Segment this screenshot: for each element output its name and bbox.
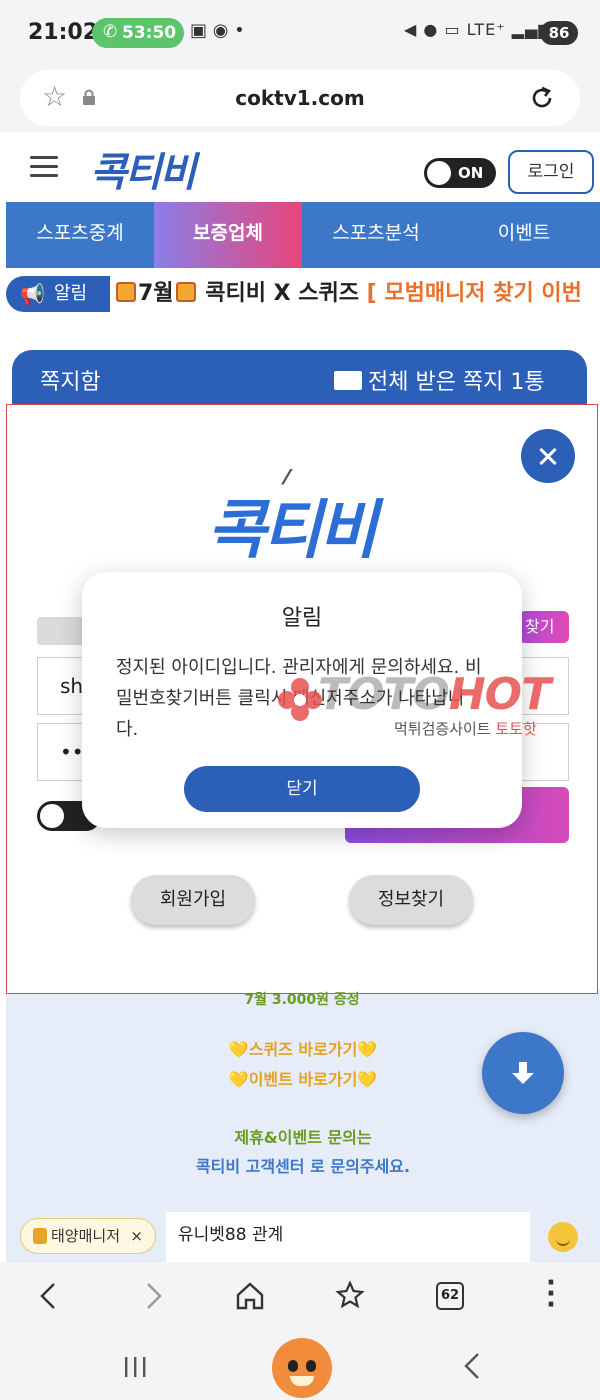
close-icon[interactable] xyxy=(521,429,575,483)
alert-title: 알림 xyxy=(281,606,323,631)
background-peek-text: 7월 3.000원 증정 xyxy=(244,992,360,1008)
menu-icon[interactable] xyxy=(30,156,58,177)
notice-ticker[interactable]: 📢 알림 7월 콕티비 X 스퀴즈 [ 모범매니저 찾기 이번 xyxy=(6,276,600,314)
tabs-count[interactable]: 62 xyxy=(436,1282,464,1310)
forward-icon[interactable] xyxy=(136,1280,168,1312)
emoji-icon[interactable] xyxy=(548,1222,578,1252)
manager-chip-label: 태양매니저 xyxy=(51,1227,121,1245)
alert-close-button[interactable]: 닫기 xyxy=(184,766,420,812)
watermark-subtitle: 먹튀검증사이트 토토핫 xyxy=(394,718,537,739)
login-button[interactable]: 로그인 xyxy=(508,150,594,194)
more-options-icon[interactable]: · · · xyxy=(546,1270,556,1318)
signup-button[interactable]: 회원가입 xyxy=(131,875,255,925)
home-icon[interactable] xyxy=(234,1280,266,1312)
watermark-logo-icon xyxy=(278,678,322,721)
ticker-text: 7월 콕티비 X 스퀴즈 [ 모범매니저 찾기 이번 xyxy=(114,278,582,310)
nav-item-guaranteed[interactable]: 보증업체 xyxy=(154,202,302,268)
watermark-sub-b: 토토핫 xyxy=(495,720,537,738)
spark-icon: ⁄⁄ xyxy=(285,465,288,489)
scroll-down-button[interactable] xyxy=(482,1032,564,1114)
notification-icons: ▣ ◉ • xyxy=(190,20,245,41)
nav-item-sports-analysis[interactable]: 스포츠분석 xyxy=(302,202,450,268)
modal-logo-text: 콕티비 xyxy=(207,494,378,568)
url-text: coktv1.com xyxy=(235,86,365,110)
phone-icon: ✆ xyxy=(103,22,118,42)
avatar-eye xyxy=(288,1360,298,1372)
call-indicator[interactable]: ✆ 53:50 xyxy=(92,18,184,48)
reload-icon[interactable] xyxy=(528,84,556,112)
nav-item-sports-broadcast[interactable]: 스포츠중계 xyxy=(6,202,154,268)
toggle-knob xyxy=(40,804,64,828)
nav-item-events[interactable]: 이벤트 xyxy=(450,202,598,268)
chat-bar: 태양매니저 × 유니벳88 관계 xyxy=(6,1210,600,1262)
watermark-sub-a: 먹튀검증사이트 xyxy=(394,720,496,738)
watermark-text-b: HOT xyxy=(448,669,551,720)
ticker-month: 7월 xyxy=(138,281,174,306)
recents-icon[interactable] xyxy=(124,1356,148,1378)
status-bar: 21:02 ✆ 53:50 ▣ ◉ • ◀ ● ▭ LTE⁺ ▂▄▆ 86 xyxy=(0,0,600,66)
find-tag[interactable]: 찾기 xyxy=(519,611,569,643)
browser-toolbar: ☆ coktv1.com xyxy=(0,66,600,132)
site-logo[interactable]: 콕티비 xyxy=(90,140,196,198)
lock-icon xyxy=(33,1228,47,1244)
megaphone-icon: 📢 xyxy=(20,282,45,306)
status-time: 21:02 xyxy=(28,20,99,45)
avatar-mouth xyxy=(290,1376,314,1386)
system-back-icon[interactable] xyxy=(462,1352,482,1380)
modal-logo: 콕티비 ⁄⁄ xyxy=(207,465,378,571)
ticker-badge: 📢 알림 xyxy=(6,276,110,312)
network-type: LTE⁺ xyxy=(466,20,506,39)
browser-bottom-bar: 62 · · · xyxy=(0,1262,600,1332)
chip-close-icon[interactable]: × xyxy=(130,1219,143,1253)
bookmarks-icon[interactable] xyxy=(334,1280,366,1312)
message-box-title: 쪽지함 xyxy=(40,370,101,395)
main-nav: 스포츠중계 보증업체 스포츠분석 이벤트 xyxy=(6,202,600,268)
watermark-text-a: TOTO xyxy=(318,669,450,720)
theme-toggle[interactable]: ON xyxy=(424,158,496,188)
contact-line-1: 제휴&이벤트 문의는 xyxy=(234,1128,372,1147)
home-button[interactable] xyxy=(272,1338,332,1398)
address-bar[interactable]: ☆ coktv1.com xyxy=(20,70,580,126)
message-count: 전체 받은 쪽지 1통 xyxy=(334,364,545,396)
manager-chip[interactable]: 태양매니저 × xyxy=(20,1218,156,1254)
arrow-down-icon xyxy=(512,1062,534,1084)
toggle-knob xyxy=(427,161,451,185)
watermark-text: TOTOHOT xyxy=(318,668,551,722)
back-icon[interactable] xyxy=(34,1280,66,1312)
ticker-badge-label: 알림 xyxy=(54,283,88,304)
contact-line-2[interactable]: 콕티비 고객센터 로 문의주세요. xyxy=(6,1153,600,1177)
message-box-bar[interactable]: 쪽지함 전체 받은 쪽지 1통 xyxy=(12,350,587,412)
message-count-text: 전체 받은 쪽지 1통 xyxy=(368,370,545,395)
system-nav-bar xyxy=(0,1332,600,1400)
battery-level: 86 xyxy=(540,21,578,45)
find-info-button[interactable]: 정보찾기 xyxy=(349,875,473,925)
toggle-label: ON xyxy=(458,164,484,182)
ticker-main: 콕티비 X 스퀴즈 xyxy=(205,281,367,306)
ticker-highlight: [ 모범매니저 찾기 이번 xyxy=(366,281,582,306)
gift-icon xyxy=(116,282,136,302)
chat-input[interactable]: 유니벳88 관계 xyxy=(166,1212,530,1262)
site-header: 콕티비 ON 로그인 xyxy=(0,132,600,202)
signal-icons: ◀ ● ▭ LTE⁺ ▂▄▆ xyxy=(404,20,552,39)
avatar-eye xyxy=(306,1360,316,1372)
envelope-icon xyxy=(334,371,362,390)
call-timer: 53:50 xyxy=(122,23,177,43)
gift-icon xyxy=(175,282,196,302)
